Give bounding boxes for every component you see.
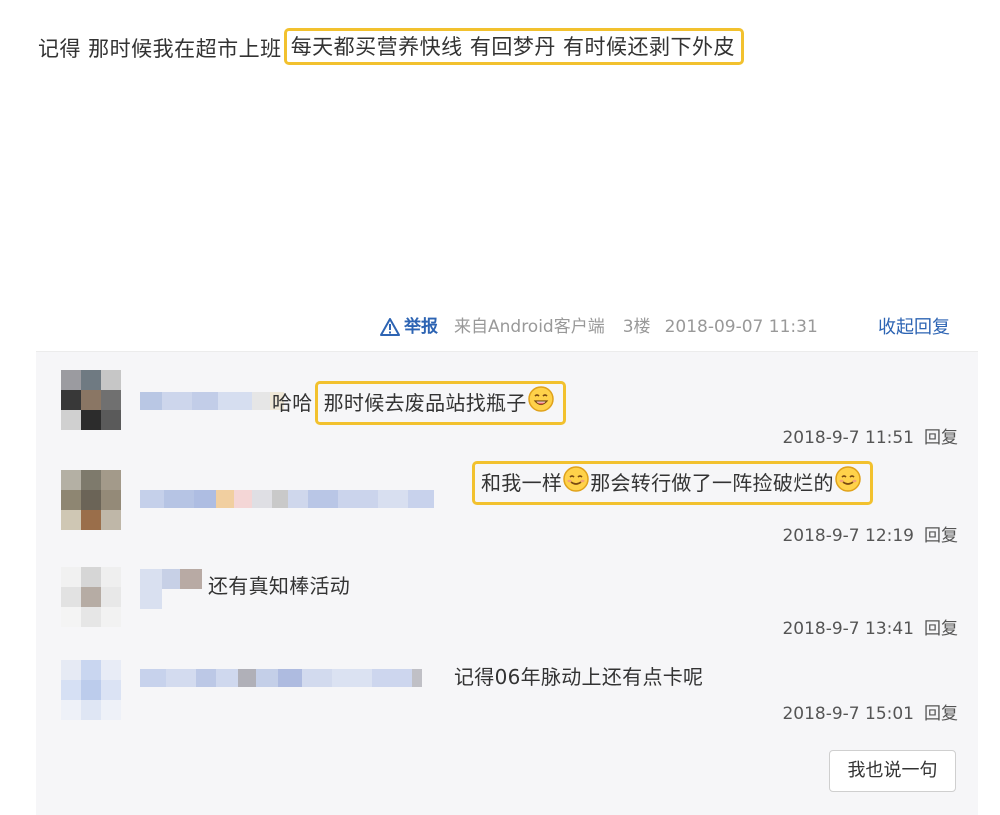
reply-text: 哈哈 那时候去废品站找瓶子 — [272, 381, 566, 425]
reply-list: 哈哈 那时候去废品站找瓶子 2018-9-7 11:51 回复 和我一样 那会转行做了… — [36, 351, 978, 815]
smile-emoji-icon — [835, 465, 861, 492]
reply-time: 2018-9-7 12:19 — [782, 526, 914, 546]
collapse-replies-link[interactable]: 收起回复 — [878, 315, 950, 341]
avatar[interactable] — [61, 370, 121, 430]
reply-link[interactable]: 回复 — [924, 428, 958, 448]
post-source: 来自Android客户端 — [454, 317, 605, 337]
reply-text: 和我一样 那会转行做了一阵捡破烂的 — [472, 461, 873, 505]
reply-text: 记得06年脉动上还有点卡呢 — [454, 665, 704, 689]
blurred-username[interactable] — [140, 392, 284, 410]
post-highlight: 每天都买营养快线 有回梦丹 有时候还剥下外皮 — [283, 28, 745, 65]
reply-prefix: 哈哈 — [272, 391, 313, 415]
avatar[interactable] — [61, 567, 121, 627]
reply-time-row: 2018-9-7 12:19 回复 — [782, 524, 958, 548]
reply-time-row: 2018-9-7 11:51 回复 — [782, 426, 958, 450]
post-floor: 3楼 — [622, 317, 651, 337]
grin-emoji-icon — [527, 385, 554, 412]
warning-icon — [380, 318, 400, 336]
reply-highlight: 和我一样 那会转行做了一阵捡破烂的 — [472, 461, 873, 505]
post-page: 记得 那时候我在超市上班 每天都买营养快线 有回梦丹 有时候还剥下外皮 举报 来自… — [0, 0, 1000, 815]
reply-link[interactable]: 回复 — [924, 619, 958, 639]
reply-time: 2018-9-7 11:51 — [782, 428, 914, 448]
reply-link[interactable]: 回复 — [924, 704, 958, 724]
blurred-username[interactable] — [140, 569, 202, 609]
post-meta: 举报 来自Android客户端 3楼 2018-09-07 11:31 — [380, 314, 818, 340]
report-link[interactable]: 举报 — [380, 314, 438, 340]
reply-time-row: 2018-9-7 13:41 回复 — [782, 617, 958, 641]
reply-link[interactable]: 回复 — [924, 526, 958, 546]
post-text: 记得 那时候我在超市上班 — [38, 37, 282, 61]
avatar[interactable] — [61, 470, 121, 530]
reply-prefix: 和我一样 — [481, 471, 563, 495]
post-content: 记得 那时候我在超市上班 每天都买营养快线 有回梦丹 有时候还剥下外皮 — [38, 28, 745, 67]
say-something-button[interactable]: 我也说一句 — [829, 750, 956, 792]
avatar[interactable] — [61, 660, 121, 720]
report-label: 举报 — [404, 317, 438, 337]
post-time: 2018-09-07 11:31 — [664, 317, 818, 337]
reply-time-row: 2018-9-7 15:01 回复 — [782, 702, 958, 726]
reply-middle: 那会转行做了一阵捡破烂的 — [590, 471, 834, 495]
smile-emoji-icon — [563, 465, 589, 492]
reply-text: 还有真知棒活动 — [208, 574, 351, 598]
blurred-username[interactable] — [140, 490, 434, 508]
reply-time: 2018-9-7 15:01 — [782, 704, 914, 724]
reply-highlight: 那时候去废品站找瓶子 — [314, 381, 566, 425]
reply-time: 2018-9-7 13:41 — [782, 619, 914, 639]
blurred-username[interactable] — [140, 669, 422, 687]
